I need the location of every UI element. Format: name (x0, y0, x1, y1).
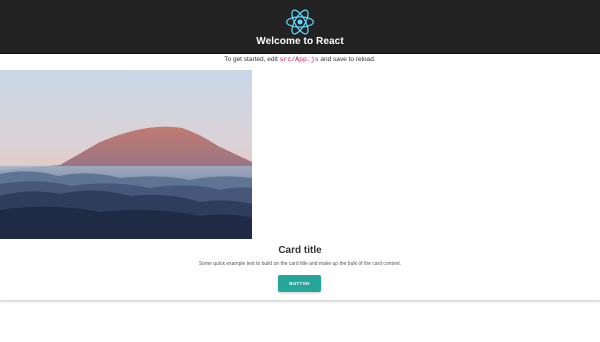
intro-before: To get started, edit (224, 56, 280, 63)
app-header: Welcome to React (0, 0, 600, 54)
card-title: Card title (278, 245, 322, 256)
intro-text: To get started, edit src/App.js and save… (0, 55, 600, 65)
react-logo-icon (286, 9, 314, 35)
intro-code: src/App.js (279, 56, 319, 63)
card-text: Some quick example text to build on the … (198, 261, 402, 267)
app: Welcome to React To get started, edit sr… (0, 0, 600, 342)
card-button[interactable]: Button (278, 275, 321, 292)
intro-after: and save to reload. (318, 56, 376, 63)
card: Card title Some quick example text to bu… (0, 68, 600, 301)
mountain-landscape-image (0, 70, 252, 239)
header-title: Welcome to React (256, 36, 344, 47)
